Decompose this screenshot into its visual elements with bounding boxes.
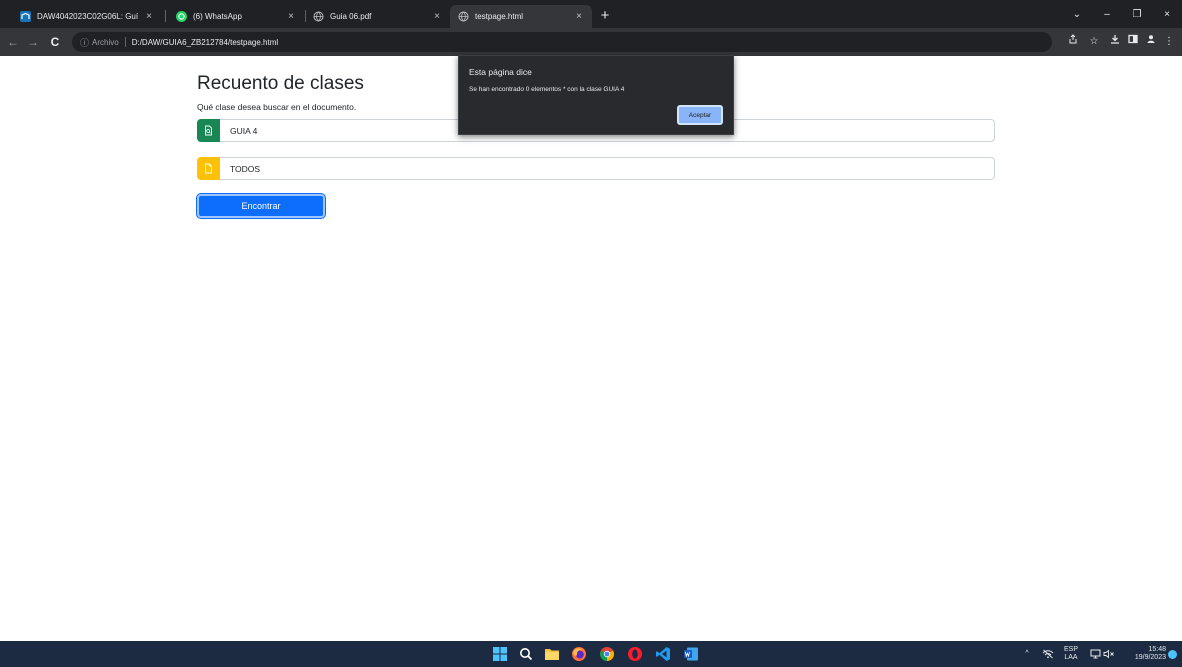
file-explorer-icon[interactable] [543, 645, 561, 663]
tab-title: testpage.html [475, 12, 524, 21]
tray-overflow-chevron-icon[interactable]: ^ [1020, 641, 1034, 667]
bookmark-star-icon[interactable]: ☆ [1085, 33, 1103, 51]
back-button[interactable]: ← [4, 33, 22, 51]
firefox-icon[interactable] [570, 645, 588, 663]
address-scheme-label: Archivo [92, 37, 119, 47]
opera-icon[interactable] [626, 645, 644, 663]
language-code: ESP [1063, 646, 1078, 653]
tab-strip: DAW4042023C02G06L: Guía 6 × (6) WhatsApp… [0, 0, 1182, 28]
address-url[interactable]: D:/DAW/GUIA6_ZB212784/testpage.html [132, 38, 278, 47]
whatsapp-icon [176, 11, 187, 22]
tab-whatsapp[interactable]: (6) WhatsApp × [168, 5, 304, 28]
speaker-muted-icon[interactable] [1102, 641, 1116, 667]
tab-guia-pdf[interactable]: Guia 06.pdf × [305, 5, 450, 28]
wifi-off-icon[interactable] [1040, 641, 1056, 667]
address-bar[interactable]: ⓘ Archivo D:/DAW/GUIA6_ZB212784/testpage… [72, 32, 1052, 52]
side-panel-icon[interactable] [1124, 33, 1142, 51]
find-button[interactable]: Encontrar [197, 194, 325, 218]
tab-search-dropdown-icon[interactable]: ⌄ [1062, 0, 1092, 28]
alert-dialog: Esta página dice Se han encontrado 0 ele… [458, 55, 734, 135]
element-type-input[interactable] [220, 157, 995, 180]
clock[interactable]: 15:48 19/9/2023 [1120, 641, 1166, 667]
tab-separator [165, 10, 166, 22]
menu-kebab-icon[interactable]: ⋮ [1160, 33, 1178, 51]
element-filter-group [197, 157, 995, 180]
close-window-button[interactable]: × [1152, 0, 1182, 28]
search-icon[interactable] [517, 645, 535, 663]
address-divider [124, 37, 126, 47]
info-icon[interactable]: ⓘ [80, 36, 89, 49]
downloads-icon[interactable] [1106, 33, 1124, 51]
dialog-title: Esta página dice [469, 67, 532, 77]
globe-icon [458, 11, 469, 22]
vscode-icon[interactable] [654, 645, 672, 663]
tab-testpage[interactable]: testpage.html × [450, 5, 592, 28]
forward-button[interactable]: → [24, 33, 42, 51]
moodle-icon [20, 11, 31, 22]
tab-close-icon[interactable]: × [574, 11, 584, 22]
tab-title: Guia 06.pdf [330, 12, 372, 21]
clock-time: 15:48 [1148, 646, 1166, 653]
keyboard-layout-code: LAA [1064, 654, 1078, 661]
new-tab-button[interactable]: + [596, 7, 614, 25]
minimize-button[interactable]: – [1092, 0, 1122, 28]
tab-title: (6) WhatsApp [193, 12, 242, 21]
document-icon [197, 157, 220, 180]
globe-icon [313, 11, 324, 22]
dialog-message: Se han encontrado 0 elementos * con la c… [469, 86, 625, 93]
dialog-accept-button[interactable]: Aceptar [677, 105, 723, 125]
windows-taskbar: ^ ESP LAA 15:48 19/9/2023 [0, 641, 1182, 667]
notification-badge-icon[interactable] [1166, 641, 1178, 667]
tab-moodle[interactable]: DAW4042023C02G06L: Guía 6 × [12, 5, 162, 28]
reload-button[interactable]: C [46, 33, 64, 51]
restore-button[interactable]: ❐ [1122, 0, 1152, 28]
document-search-icon [197, 119, 220, 142]
tab-close-icon[interactable]: × [144, 11, 154, 22]
tab-title: DAW4042023C02G06L: Guía 6 [37, 12, 138, 21]
windows-start-icon[interactable] [491, 645, 509, 663]
chrome-icon[interactable] [598, 645, 616, 663]
profile-avatar-icon[interactable] [1142, 33, 1160, 51]
tab-close-icon[interactable]: × [286, 11, 296, 22]
clock-date: 19/9/2023 [1134, 654, 1166, 661]
browser-toolbar: ← → C ⓘ Archivo D:/DAW/GUIA6_ZB212784/te… [0, 28, 1182, 56]
page-subtitle: Qué clase desea buscar en el documento. [197, 102, 357, 112]
word-icon[interactable] [682, 645, 700, 663]
share-icon[interactable] [1064, 33, 1082, 51]
input-language-indicator[interactable]: ESP LAA [1060, 641, 1082, 667]
display-icon[interactable] [1088, 641, 1102, 667]
tab-close-icon[interactable]: × [432, 11, 442, 22]
page-title: Recuento de clases [197, 73, 364, 94]
